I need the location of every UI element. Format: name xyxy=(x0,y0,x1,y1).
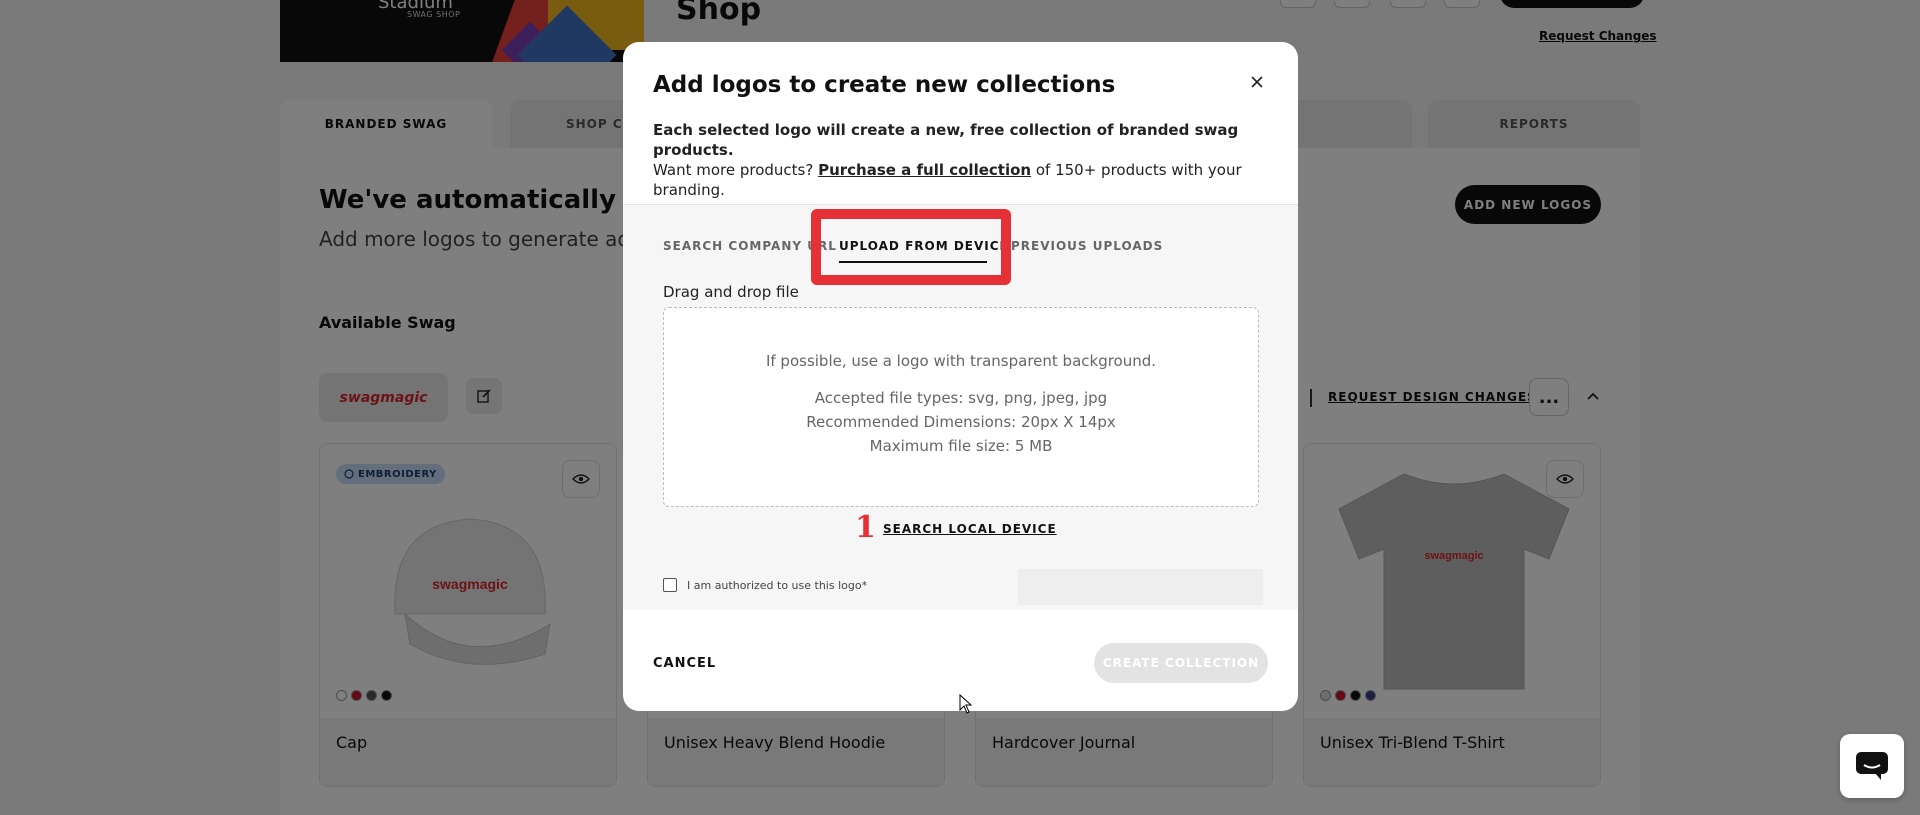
file-dropzone[interactable]: If possible, use a logo with transparent… xyxy=(663,307,1259,507)
mouse-cursor-icon xyxy=(959,694,973,714)
authorized-label: I am authorized to use this logo* xyxy=(687,578,868,592)
empty-field-area xyxy=(1018,569,1263,605)
modal-title: Add logos to create new collections xyxy=(653,72,1116,98)
authorized-checkbox[interactable] xyxy=(663,578,677,592)
drag-drop-label: Drag and drop file xyxy=(663,283,799,301)
close-button[interactable] xyxy=(1243,68,1271,96)
annotation-highlight xyxy=(811,209,1011,285)
modal-description: Each selected logo will create a new, fr… xyxy=(653,120,1268,200)
chat-icon xyxy=(1856,752,1888,780)
annotation-step-number: 1 xyxy=(855,510,876,545)
close-icon xyxy=(1251,76,1263,88)
create-collection-button[interactable]: CREATE COLLECTION xyxy=(1094,643,1268,683)
add-logos-modal: Add logos to create new collections Each… xyxy=(623,42,1298,711)
chat-button[interactable] xyxy=(1840,734,1904,798)
dropzone-max-size: Maximum file size: 5 MB xyxy=(869,437,1053,455)
dropzone-hint: If possible, use a logo with transparent… xyxy=(765,352,1157,370)
tab-previous-uploads[interactable]: PREVIOUS UPLOADS xyxy=(1011,239,1163,253)
dropzone-accepted-types: Accepted file types: svg, png, jpeg, jpg xyxy=(814,389,1108,407)
dropzone-dimensions: Recommended Dimensions: 20px X 14px xyxy=(806,413,1116,431)
cancel-button[interactable]: CANCEL xyxy=(653,656,716,671)
modal-body: SEARCH COMPANY URL UPLOAD FROM DEVICE PR… xyxy=(623,204,1298,610)
search-local-device-link[interactable]: SEARCH LOCAL DEVICE xyxy=(883,522,1057,536)
description-line: Each selected logo will create a new, fr… xyxy=(653,121,1239,159)
purchase-full-collection-link[interactable]: Purchase a full collection xyxy=(818,161,1031,179)
authorization-row: I am authorized to use this logo* xyxy=(663,578,867,592)
description-text: Want more products? xyxy=(653,161,814,179)
